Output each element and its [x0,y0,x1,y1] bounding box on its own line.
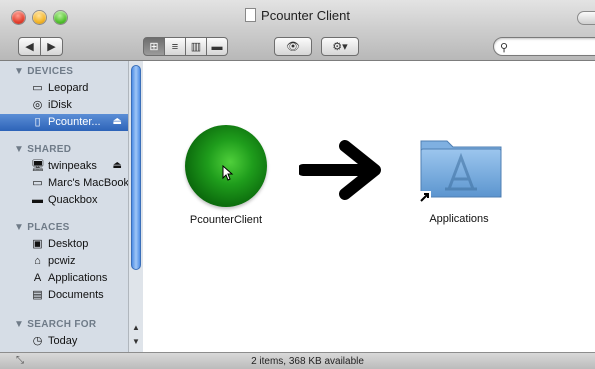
sidebar-item-twinpeaks[interactable]: 🖥 twinpeaks ⏏ [0,158,128,175]
sidebar-item-label: Applications [48,272,108,284]
document-icon [245,8,257,22]
sidebar-item-label: Pcounter... [48,116,101,128]
gear-icon: ⚙▾ [332,41,348,53]
applications-folder-icon[interactable] [417,133,505,211]
sidebar-item-desktop[interactable]: ▣ Desktop [0,236,128,253]
sidebar-item-label: pcwiz [48,255,76,267]
back-button[interactable]: ◀ [18,37,41,56]
file-area: PcounterClient Applications [143,61,595,352]
section-shared: ▼ SHARED [14,144,72,155]
chevron-right-icon: ▶ [47,41,56,53]
sidebar-item-label: Marc's MacBook [48,177,129,189]
laptop-icon: ▭ [32,177,43,189]
section-places: ▼ PLACES [14,222,70,233]
arrow-right-icon [299,140,381,200]
hard-drive-icon: ▭ [32,82,43,94]
quicklook-button[interactable]: 👁 [274,37,312,56]
eject-icon[interactable]: ⏏ [113,160,122,171]
scroll-up-icon[interactable]: ▲ [131,323,141,332]
sidebar-item-label: Leopard [48,82,89,94]
chevron-left-icon: ◀ [25,41,34,53]
list-icon: ≡ [171,40,179,53]
window-title-text: Pcounter Client [261,8,350,23]
home-icon: ⌂ [34,255,41,267]
desktop-icon: ▣ [32,238,43,250]
section-devices: ▼ DEVICES [14,66,74,77]
window-title: Pcounter Client [0,8,595,23]
search-icon: ⚲ [500,42,509,54]
documents-icon: ▤ [32,289,43,301]
sidebar-item-label: Quackbox [48,194,98,206]
eject-icon[interactable]: ⏏ [113,116,122,127]
sidebar-item-idisk[interactable]: ◎ iDisk [0,97,128,114]
column-view-button[interactable]: ▥ [185,37,207,56]
sidebar-item-leopard[interactable]: ▭ Leopard [0,80,128,97]
grid-icon: ⊞ [149,41,159,53]
computer-icon: 🖥 [31,160,45,172]
sidebar-item-pcounter[interactable]: ▯ Pcounter... ⏏ [0,114,128,131]
forward-button[interactable]: ▶ [40,37,63,56]
applications-icon: A [33,272,42,284]
search-input[interactable]: ⚲ [493,37,595,56]
sidebar-item-macbook[interactable]: ▭ Marc's MacBook [0,175,129,192]
action-menu-button[interactable]: ⚙▾ [321,37,359,56]
idisk-icon: ◎ [32,99,43,111]
sidebar-item-label: Today [48,335,78,347]
clock-icon: ◷ [32,335,43,347]
sidebar-item-label: twinpeaks [48,160,97,172]
disk-image-icon: ▯ [34,116,41,128]
finder-window: Pcounter Client ◀ ▶ ⊞ ≡ ▥ ▬ 👁 ⚙▾ ⚲ ▼ DEV… [0,0,595,369]
title-toolbar: Pcounter Client ◀ ▶ ⊞ ≡ ▥ ▬ 👁 ⚙▾ ⚲ [0,0,595,61]
section-search-for: ▼ SEARCH FOR [14,319,97,330]
toolbar-toggle-button[interactable] [577,11,595,25]
sidebar-item-label: Desktop [48,238,89,250]
sidebar-item-today[interactable]: ◷ Today [0,333,128,350]
sidebar-item-label: iDisk [48,99,72,111]
scrollbar-thumb[interactable] [131,65,141,270]
columns-icon: ▥ [190,41,202,53]
mouse-pointer-icon [222,165,234,181]
status-bar: ⤡ 2 items, 368 KB available [0,352,595,369]
eye-icon: 👁 [286,41,300,53]
sidebar: ▼ DEVICES ▭ Leopard ◎ iDisk ▯ Pcounter..… [0,61,144,352]
sidebar-item-documents[interactable]: ▤ Documents [0,287,128,304]
status-text: 2 items, 368 KB available [251,356,364,367]
sidebar-item-applications[interactable]: A Applications [0,270,128,287]
list-view-button[interactable]: ≡ [164,37,186,56]
sidebar-scrollbar[interactable]: ▲ ▼ [128,61,143,352]
scroll-down-icon[interactable]: ▼ [131,337,141,346]
applications-label[interactable]: Applications [409,213,509,225]
sidebar-item-pcwiz[interactable]: ⌂ pcwiz [0,253,128,270]
coverflow-view-button[interactable]: ▬ [206,37,228,56]
pcounter-client-label[interactable]: PcounterClient [170,214,282,226]
coverflow-icon: ▬ [211,40,223,53]
sidebar-item-label: Documents [48,289,104,301]
sidebar-item-quackbox[interactable]: ▬ Quackbox [0,192,128,209]
icon-view-button[interactable]: ⊞ [143,37,165,56]
server-icon: ▬ [32,194,43,206]
